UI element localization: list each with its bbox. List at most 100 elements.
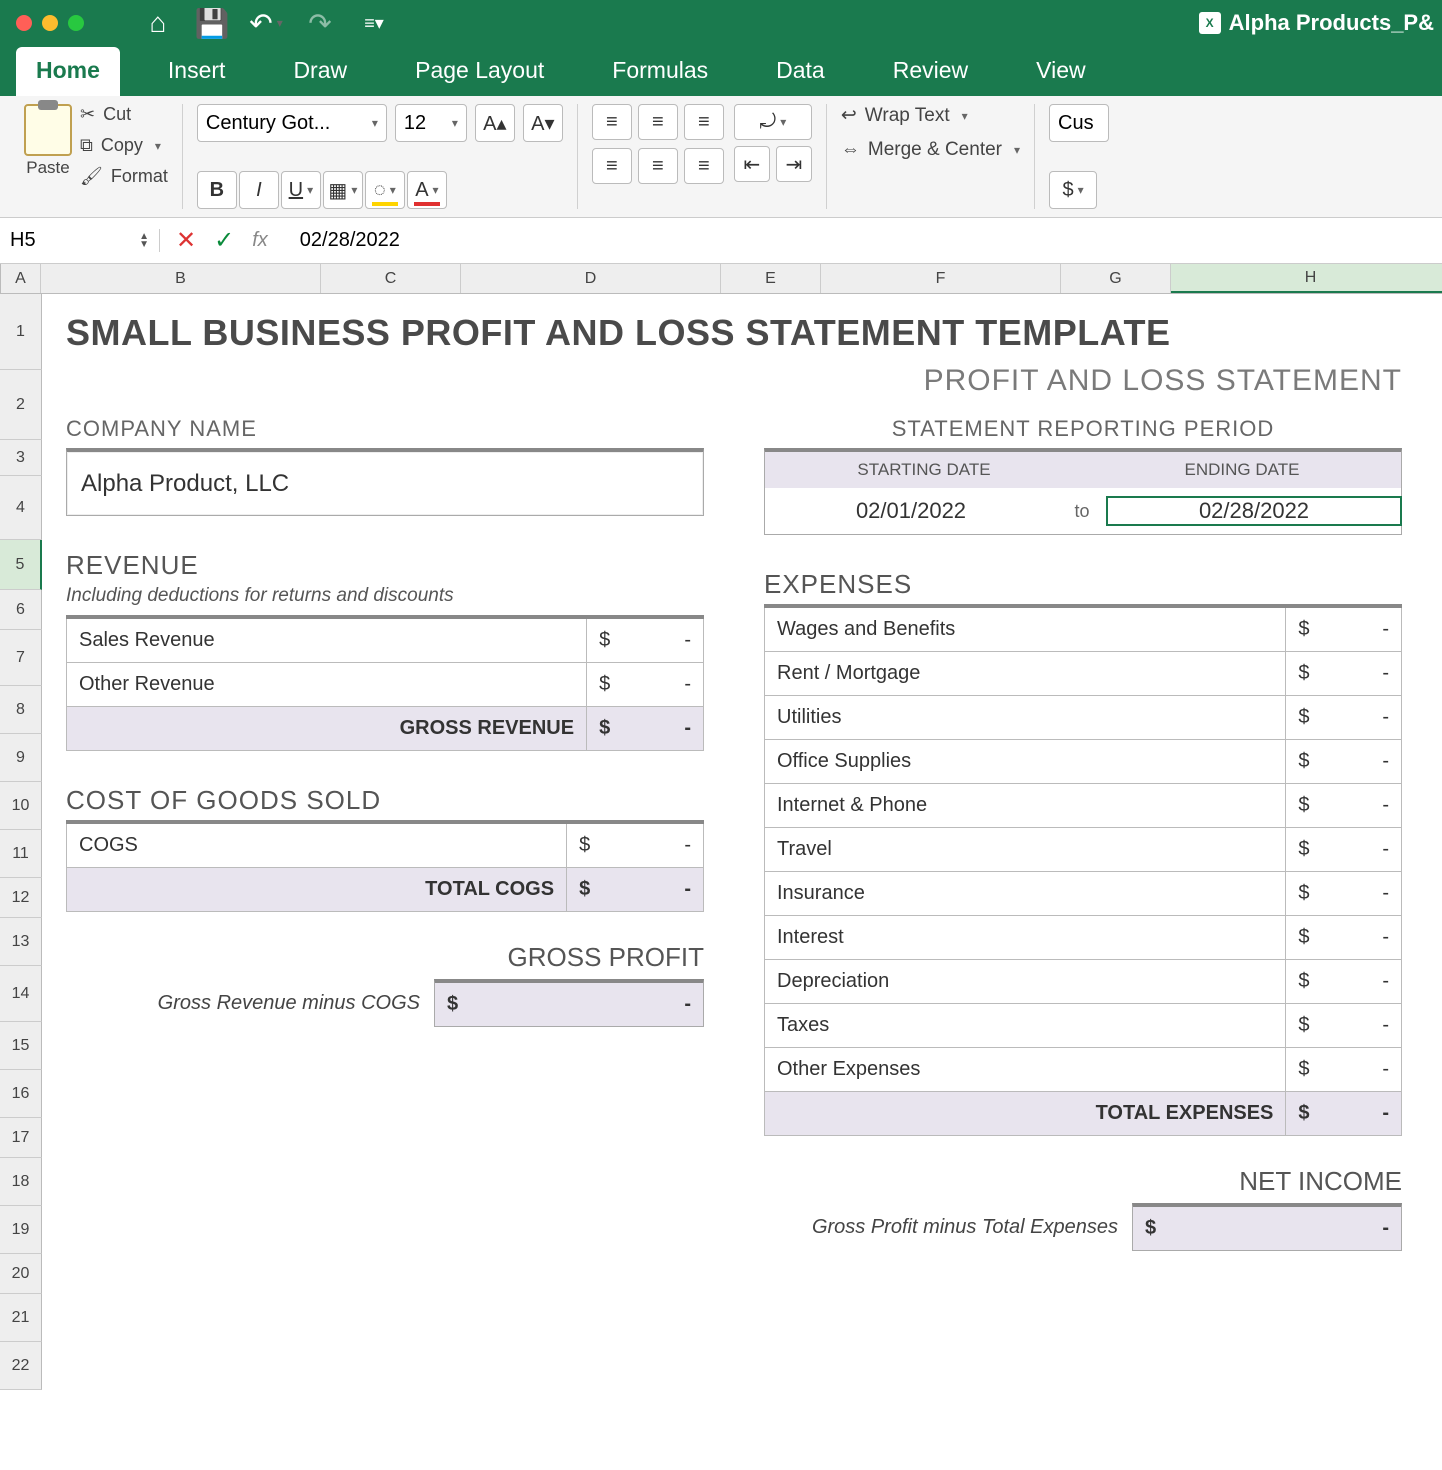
- expense-row-value-1[interactable]: -: [1322, 652, 1402, 696]
- borders-button[interactable]: ▦▾: [323, 171, 363, 209]
- net-income-cell[interactable]: $ -: [1132, 1203, 1402, 1251]
- column-header-D[interactable]: D: [461, 264, 721, 293]
- row-header-1[interactable]: 1: [0, 294, 42, 370]
- expense-row-label-5[interactable]: Travel: [765, 828, 1286, 872]
- row-header-14[interactable]: 14: [0, 966, 42, 1022]
- row-header-3[interactable]: 3: [0, 440, 42, 476]
- row-header-11[interactable]: 11: [0, 830, 42, 878]
- row-header-18[interactable]: 18: [0, 1158, 42, 1206]
- starting-date-cell[interactable]: 02/01/2022: [765, 498, 1057, 524]
- fx-icon[interactable]: fx: [252, 229, 268, 252]
- format-painter-icon[interactable]: 🖌: [80, 166, 103, 187]
- wrap-text-button[interactable]: Wrap Text: [865, 105, 950, 127]
- tab-insert[interactable]: Insert: [148, 47, 246, 96]
- revenue-row-label-1[interactable]: Other Revenue: [67, 663, 587, 707]
- row-header-2[interactable]: 2: [0, 370, 42, 440]
- column-header-F[interactable]: F: [821, 264, 1061, 293]
- tab-page-layout[interactable]: Page Layout: [395, 47, 564, 96]
- revenue-row-value-0[interactable]: -: [622, 617, 703, 663]
- font-color-button[interactable]: A▾: [407, 171, 447, 209]
- tab-draw[interactable]: Draw: [273, 47, 367, 96]
- row-header-21[interactable]: 21: [0, 1294, 42, 1342]
- align-right-icon[interactable]: ≡: [684, 148, 724, 184]
- number-format-select[interactable]: Cus: [1049, 104, 1109, 142]
- row-header-20[interactable]: 20: [0, 1254, 42, 1294]
- column-header-H[interactable]: H: [1171, 264, 1442, 293]
- bold-button[interactable]: B: [197, 171, 237, 209]
- accept-formula-icon[interactable]: ✓: [214, 226, 234, 255]
- copy-icon[interactable]: ⧉: [80, 135, 93, 156]
- cogs-row-value-0[interactable]: -: [602, 822, 703, 868]
- align-top-icon[interactable]: ≡: [592, 104, 632, 140]
- revenue-row-label-0[interactable]: Sales Revenue: [67, 617, 587, 663]
- expense-row-label-3[interactable]: Office Supplies: [765, 740, 1286, 784]
- save-icon[interactable]: 💾: [198, 9, 226, 37]
- font-name-select[interactable]: Century Got...▾: [197, 104, 387, 142]
- column-header-G[interactable]: G: [1061, 264, 1171, 293]
- wrap-text-icon[interactable]: ↩: [841, 104, 857, 127]
- expense-row-value-10[interactable]: -: [1322, 1048, 1402, 1092]
- increase-font-icon[interactable]: A▴: [475, 104, 515, 142]
- expense-row-value-2[interactable]: -: [1322, 696, 1402, 740]
- align-center-icon[interactable]: ≡: [638, 148, 678, 184]
- tab-view[interactable]: View: [1016, 47, 1105, 96]
- currency-button[interactable]: $▾: [1049, 171, 1097, 209]
- expense-row-value-5[interactable]: -: [1322, 828, 1402, 872]
- redo-icon[interactable]: ↷: [306, 9, 334, 37]
- row-header-16[interactable]: 16: [0, 1070, 42, 1118]
- home-icon[interactable]: ⌂: [144, 9, 172, 37]
- row-header-9[interactable]: 9: [0, 734, 42, 782]
- row-header-8[interactable]: 8: [0, 686, 42, 734]
- align-middle-icon[interactable]: ≡: [638, 104, 678, 140]
- row-header-19[interactable]: 19: [0, 1206, 42, 1254]
- cut-icon[interactable]: ✂: [80, 104, 95, 125]
- tab-review[interactable]: Review: [873, 47, 988, 96]
- paste-button[interactable]: Paste: [26, 158, 69, 178]
- row-header-22[interactable]: 22: [0, 1342, 42, 1390]
- row-header-4[interactable]: 4: [0, 476, 42, 540]
- align-bottom-icon[interactable]: ≡: [684, 104, 724, 140]
- row-header-7[interactable]: 7: [0, 630, 42, 686]
- column-header-A[interactable]: A: [1, 264, 41, 293]
- row-header-15[interactable]: 15: [0, 1022, 42, 1070]
- orientation-icon[interactable]: ⤾▾: [734, 104, 812, 140]
- merge-icon[interactable]: ⇔: [841, 139, 860, 161]
- copy-button[interactable]: Copy: [101, 135, 143, 156]
- minimize-window-icon[interactable]: [42, 15, 58, 31]
- name-box-spinner-icon[interactable]: ▲▼: [139, 233, 149, 249]
- expense-row-value-6[interactable]: -: [1322, 872, 1402, 916]
- cogs-row-label-0[interactable]: COGS: [67, 822, 567, 868]
- expense-row-value-8[interactable]: -: [1322, 960, 1402, 1004]
- company-name-cell[interactable]: Alpha Product, LLC: [66, 448, 704, 516]
- row-header-5[interactable]: 5: [0, 540, 42, 590]
- paste-icon[interactable]: [24, 104, 72, 156]
- column-header-E[interactable]: E: [721, 264, 821, 293]
- formula-input[interactable]: 02/28/2022: [300, 229, 1442, 252]
- tab-formulas[interactable]: Formulas: [592, 47, 728, 96]
- align-left-icon[interactable]: ≡: [592, 148, 632, 184]
- row-header-6[interactable]: 6: [0, 590, 42, 630]
- italic-button[interactable]: I: [239, 171, 279, 209]
- revenue-row-value-1[interactable]: -: [622, 663, 703, 707]
- column-header-C[interactable]: C: [321, 264, 461, 293]
- expense-row-value-4[interactable]: -: [1322, 784, 1402, 828]
- merge-center-button[interactable]: Merge & Center: [868, 139, 1002, 161]
- decrease-indent-icon[interactable]: ⇤: [734, 146, 770, 182]
- expense-row-value-0[interactable]: -: [1322, 606, 1402, 652]
- tab-home[interactable]: Home: [16, 47, 120, 96]
- ending-date-cell[interactable]: 02/28/2022: [1106, 496, 1402, 526]
- expense-row-value-9[interactable]: -: [1322, 1004, 1402, 1048]
- increase-indent-icon[interactable]: ⇥: [776, 146, 812, 182]
- expense-row-label-10[interactable]: Other Expenses: [765, 1048, 1286, 1092]
- row-header-17[interactable]: 17: [0, 1118, 42, 1158]
- cut-button[interactable]: Cut: [103, 104, 131, 125]
- expense-row-label-6[interactable]: Insurance: [765, 872, 1286, 916]
- zoom-window-icon[interactable]: [68, 15, 84, 31]
- decrease-font-icon[interactable]: A▾: [523, 104, 563, 142]
- tab-data[interactable]: Data: [756, 47, 845, 96]
- expense-row-label-4[interactable]: Internet & Phone: [765, 784, 1286, 828]
- expense-row-label-8[interactable]: Depreciation: [765, 960, 1286, 1004]
- expense-row-label-0[interactable]: Wages and Benefits: [765, 606, 1286, 652]
- sheet-content[interactable]: SMALL BUSINESS PROFIT AND LOSS STATEMENT…: [42, 294, 1442, 1390]
- expense-row-label-2[interactable]: Utilities: [765, 696, 1286, 740]
